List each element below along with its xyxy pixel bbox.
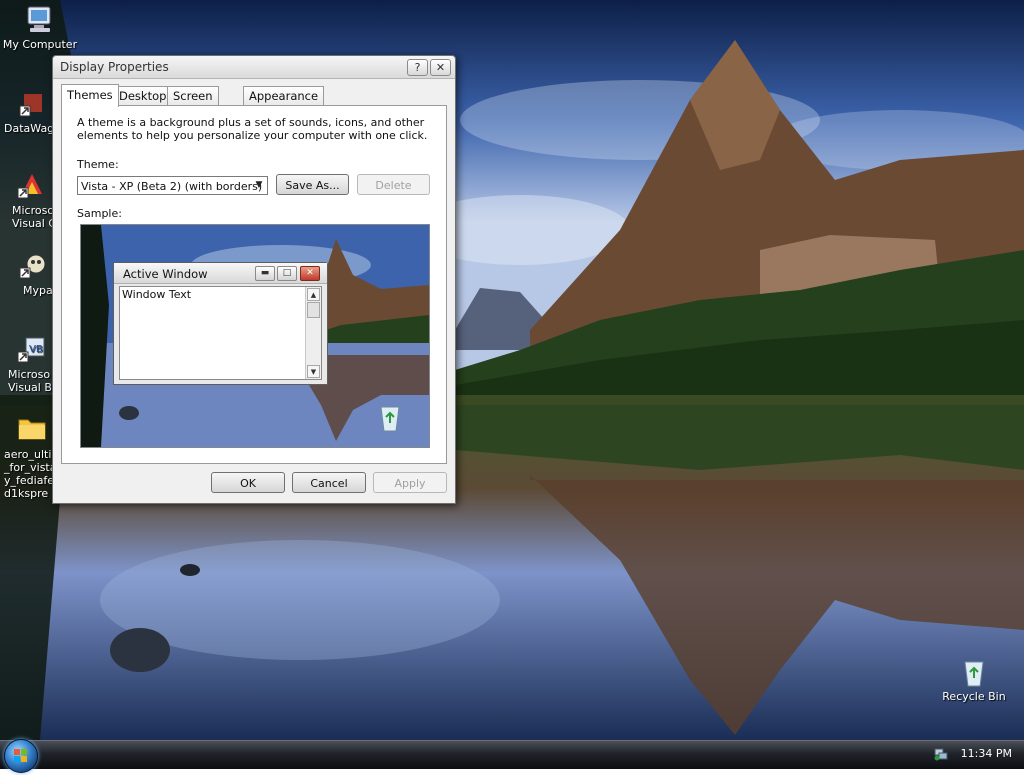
desktop-icon-my-computer[interactable]: My Computer: [0, 4, 80, 51]
dialog-title: Display Properties: [60, 60, 169, 74]
app-shortcut-icon: [18, 250, 50, 282]
sample-active-window: Active Window ▬ □ ✕ Window Text ▲ ▼: [113, 262, 328, 385]
svg-text:VB: VB: [29, 344, 43, 355]
themes-panel: A theme is a background plus a set of so…: [61, 105, 447, 464]
network-icon[interactable]: [934, 747, 948, 761]
delete-button[interactable]: Delete: [357, 174, 430, 195]
chevron-down-icon[interactable]: ▼: [253, 179, 265, 192]
taskbar: 11:34 PM: [0, 739, 1024, 773]
scroll-down-icon: ▼: [307, 365, 320, 378]
sample-window-title: Active Window: [123, 267, 208, 281]
ok-button[interactable]: OK: [211, 472, 285, 493]
sample-label: Sample:: [77, 207, 122, 220]
computer-icon: [24, 4, 56, 36]
tab-desktop[interactable]: Desktop: [113, 86, 173, 106]
tab-themes[interactable]: Themes: [61, 84, 119, 107]
system-tray: 11:34 PM: [928, 741, 1024, 769]
desktop-icon-label: My Computer: [2, 38, 78, 51]
windows-logo-icon: [14, 749, 27, 762]
theme-label: Theme:: [77, 158, 119, 171]
folder-icon: [16, 412, 48, 444]
save-as-button[interactable]: Save As...: [276, 174, 349, 195]
minimize-icon: ▬: [255, 266, 275, 281]
theme-sample-preview: Active Window ▬ □ ✕ Window Text ▲ ▼: [80, 224, 430, 448]
theme-select-value: Vista - XP (Beta 2) (with borders): [81, 180, 263, 193]
sample-recycle-bin-icon: [380, 406, 400, 432]
desktop-icon-label: Recycle Bin: [942, 690, 1006, 703]
help-button[interactable]: ?: [407, 59, 428, 76]
visual-studio-icon: [16, 170, 48, 202]
sample-window-titlebar: Active Window ▬ □ ✕: [114, 263, 327, 284]
close-icon: ✕: [300, 266, 320, 281]
sample-scrollbar: ▲ ▼: [305, 287, 321, 379]
theme-description: A theme is a background plus a set of so…: [77, 116, 428, 142]
close-button[interactable]: ✕: [430, 59, 451, 76]
sample-window-body: Window Text ▲ ▼: [119, 286, 322, 380]
tab-appearance[interactable]: Appearance: [243, 86, 325, 106]
visual-basic-icon: VB: [16, 334, 48, 366]
dialog-titlebar[interactable]: Display Properties ? ✕: [53, 56, 455, 79]
maximize-icon: □: [277, 266, 297, 281]
scroll-thumb: [307, 302, 320, 318]
display-properties-dialog: Display Properties ? ✕ Themes Desktop Sc…: [52, 55, 456, 504]
desktop-icon-recycle-bin[interactable]: Recycle Bin: [934, 656, 1014, 703]
apply-button[interactable]: Apply: [373, 472, 447, 493]
cancel-button[interactable]: Cancel: [292, 472, 366, 493]
theme-select[interactable]: Vista - XP (Beta 2) (with borders) ▼: [77, 176, 268, 195]
shortcut-icon: [18, 88, 50, 120]
tab-screen-saver[interactable]: Screen Saver: [167, 86, 219, 122]
scroll-up-icon: ▲: [307, 288, 320, 301]
sample-window-text: Window Text: [122, 288, 192, 301]
recycle-bin-icon: [958, 656, 990, 688]
taskbar-clock[interactable]: 11:34 PM: [961, 747, 1012, 760]
